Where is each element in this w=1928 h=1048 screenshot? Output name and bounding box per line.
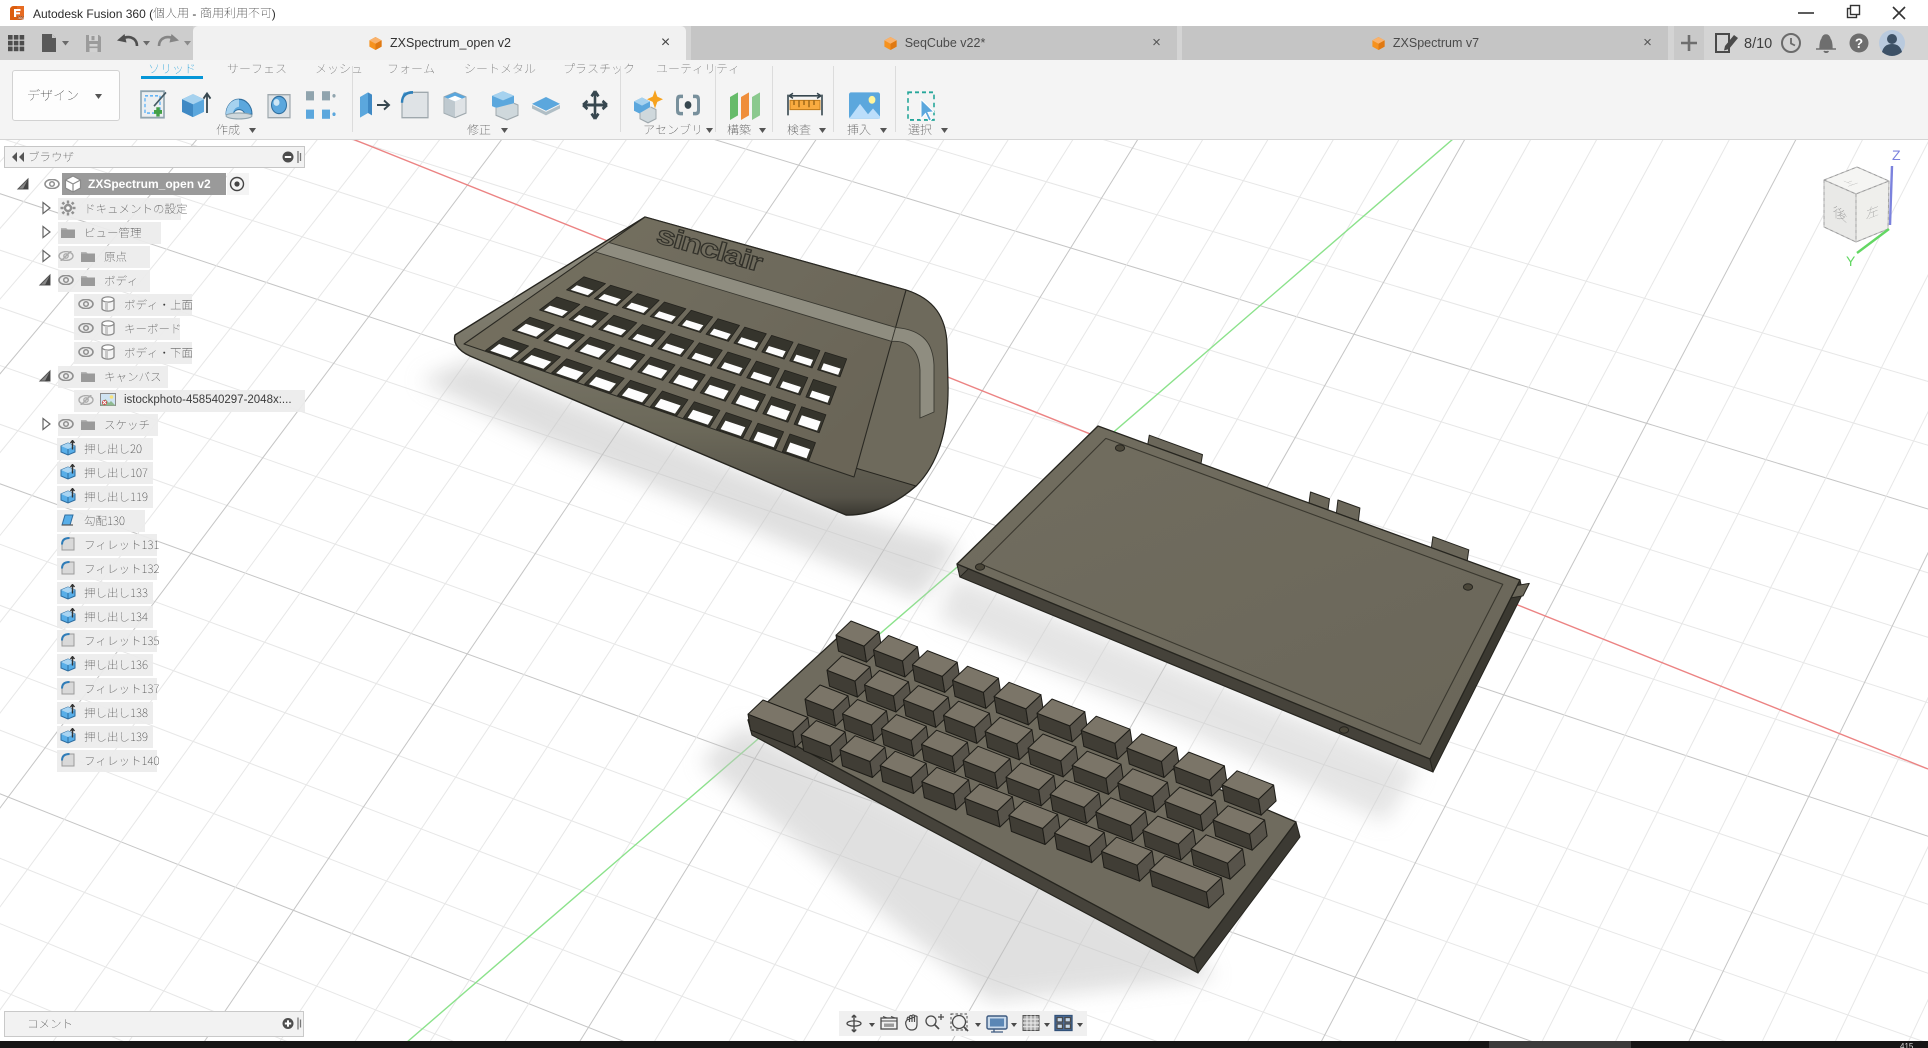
svg-text:Z: Z (1892, 147, 1901, 163)
svg-text:8/10: 8/10 (1744, 36, 1772, 52)
svg-text:?: ? (1855, 36, 1863, 51)
svg-text:Y: Y (1846, 253, 1856, 269)
